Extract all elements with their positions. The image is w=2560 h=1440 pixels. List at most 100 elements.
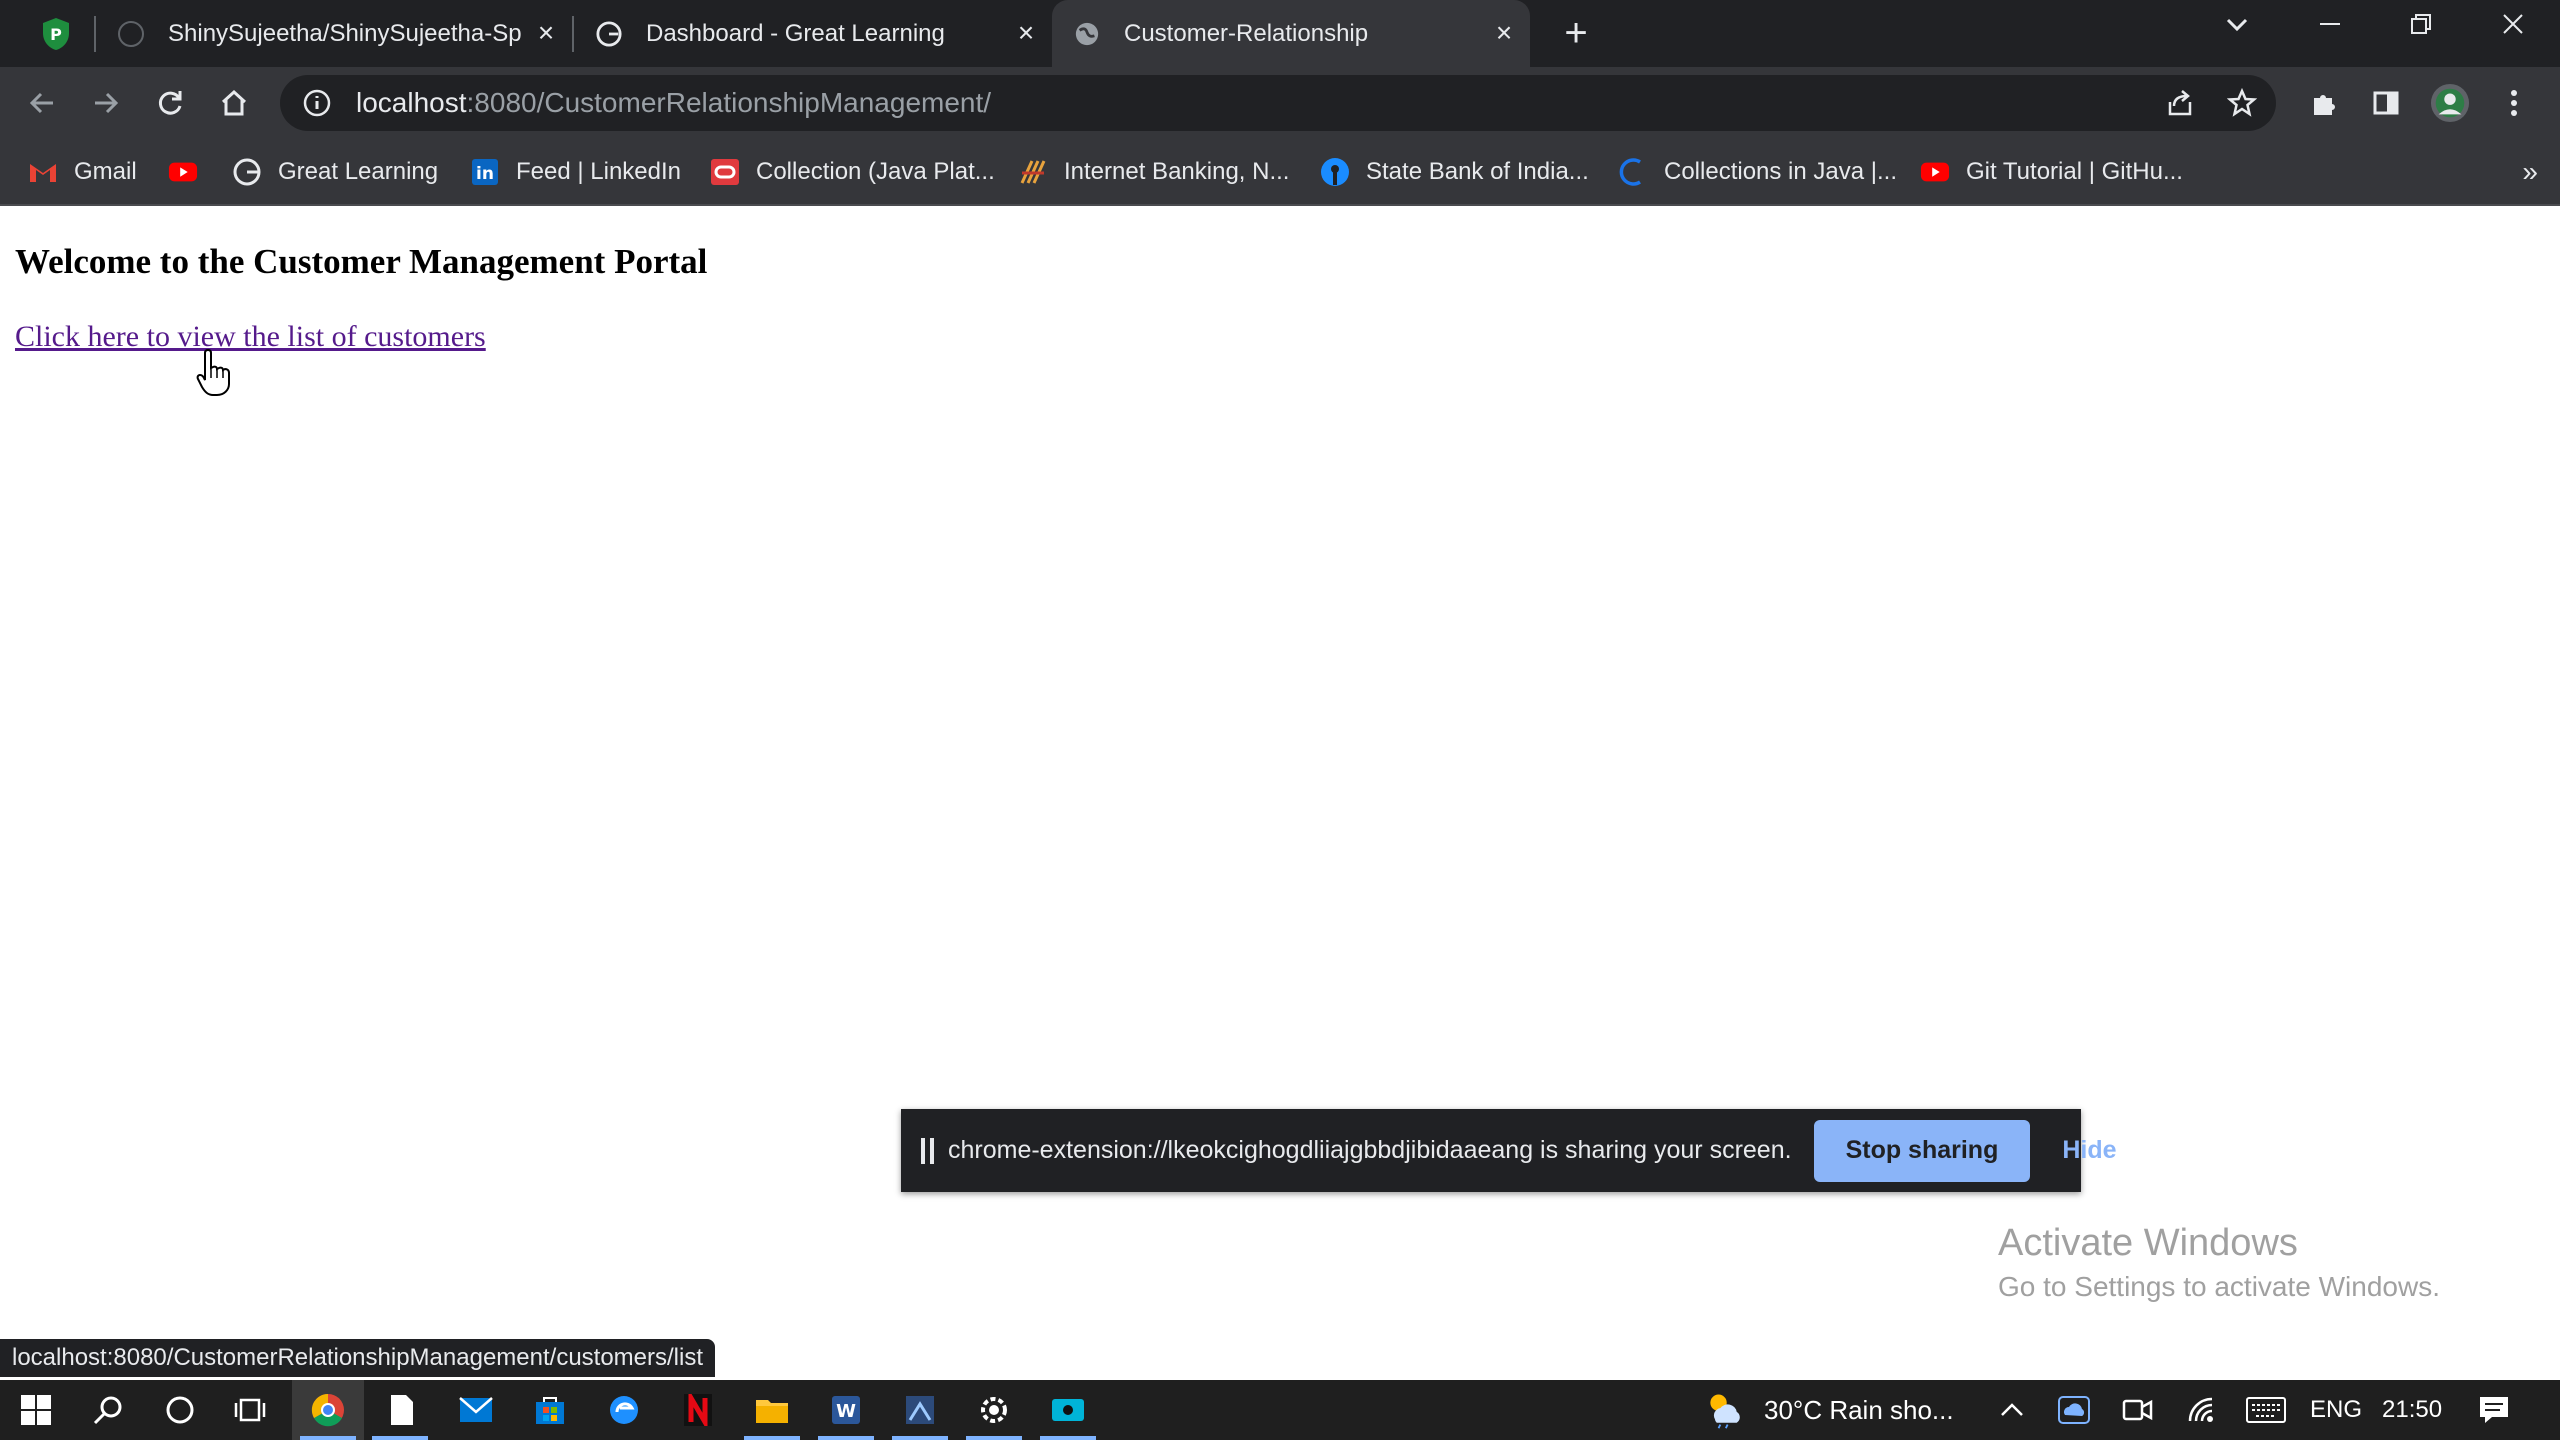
home-button[interactable] <box>214 83 254 123</box>
windows-taskbar: W 30°C Rain sho... ENG 21:50 <box>0 1380 2560 1440</box>
stop-sharing-button[interactable]: Stop sharing <box>1813 1119 2031 1182</box>
minimize-icon[interactable] <box>2305 10 2355 50</box>
clock-time[interactable]: 21:50 <box>2382 1380 2442 1440</box>
gmail-icon <box>28 157 58 187</box>
edge-icon[interactable] <box>604 1390 644 1430</box>
bookmark-internet-banking[interactable]: Internet Banking, N... <box>1018 140 1289 204</box>
bookmark-label: Git Tutorial | GitHu... <box>1966 158 2183 185</box>
view-customers-link[interactable]: Click here to view the list of customers <box>15 320 486 354</box>
bookmark-label: Collection (Java Plat... <box>756 158 995 185</box>
task-running-indicator <box>966 1436 1022 1440</box>
profile-shield-icon[interactable]: P <box>36 14 76 54</box>
share-message: chrome-extension://lkeokcighogdliiajgbbd… <box>948 1136 1792 1164</box>
tab-customer-relationship[interactable]: Customer-Relationship × <box>1052 0 1530 67</box>
watermark-title: Activate Windows <box>1998 1222 2298 1264</box>
tab-title: ShinySujeetha/ShinySujeetha-Spr <box>168 19 522 47</box>
linkedin-icon: in <box>470 157 500 187</box>
great-learning-icon <box>232 157 262 187</box>
bookmark-collections-java[interactable]: Collections in Java |... <box>1618 140 1897 204</box>
bank-icon <box>1018 157 1048 187</box>
cortana-icon[interactable] <box>160 1390 200 1430</box>
sbi-icon <box>1320 157 1350 187</box>
profile-avatar[interactable] <box>2430 83 2470 123</box>
bookmark-sbi[interactable]: State Bank of India... <box>1320 140 1589 204</box>
pause-icon <box>921 1137 934 1164</box>
youtube-icon <box>1920 157 1950 187</box>
onedrive-icon[interactable] <box>2054 1390 2094 1430</box>
oracle-icon <box>710 157 740 187</box>
close-icon[interactable]: × <box>532 19 560 47</box>
tab-title: Customer-Relationship <box>1124 19 1369 47</box>
globe-icon <box>1074 21 1100 47</box>
github-icon <box>118 20 144 47</box>
more-menu-icon[interactable] <box>2494 83 2534 123</box>
meet-now-icon[interactable] <box>2118 1390 2158 1430</box>
search-icon[interactable] <box>88 1390 128 1430</box>
file-explorer-icon[interactable] <box>752 1390 792 1430</box>
screen-recorder-icon[interactable] <box>1048 1390 1088 1430</box>
bookmark-linkedin[interactable]: in Feed | LinkedIn <box>470 140 681 204</box>
tab-title: Dashboard - Great Learning <box>646 19 945 47</box>
watermark-subtitle: Go to Settings to activate Windows. <box>1998 1271 2440 1302</box>
side-panel-icon[interactable] <box>2366 83 2406 123</box>
bookmarks-bar: Gmail Great Learning in Feed | LinkedIn … <box>0 140 2560 206</box>
youtube-icon <box>168 157 198 187</box>
eclipse-ide-icon[interactable] <box>900 1390 940 1430</box>
keyboard-icon[interactable] <box>2246 1390 2286 1430</box>
svg-text:P: P <box>50 25 62 44</box>
notifications-icon[interactable] <box>2474 1390 2514 1430</box>
settings-gear-icon[interactable] <box>974 1390 1014 1430</box>
hide-button[interactable]: Hide <box>2062 1136 2116 1165</box>
reload-button[interactable] <box>150 83 190 123</box>
weather-text[interactable]: 30°C Rain sho... <box>1764 1380 1954 1440</box>
mail-icon[interactable] <box>456 1390 496 1430</box>
svg-text:in: in <box>476 164 494 184</box>
page-title: Welcome to the Customer Management Porta… <box>15 242 708 281</box>
bookmark-java-collection[interactable]: Collection (Java Plat... <box>710 140 995 204</box>
bookmark-great-learning[interactable]: Great Learning <box>232 140 438 204</box>
chevron-up-icon[interactable] <box>1992 1390 2032 1430</box>
tab-strip: P ShinySujeetha/ShinySujeetha-Spr × Dash… <box>0 0 2560 67</box>
svg-text:W: W <box>836 1401 856 1422</box>
task-running-indicator <box>300 1436 356 1440</box>
bookmark-gmail[interactable]: Gmail <box>28 140 137 204</box>
forward-button[interactable] <box>86 83 126 123</box>
address-bar[interactable]: localhost:8080/CustomerRelationshipManag… <box>280 75 2276 131</box>
site-info-icon[interactable] <box>300 86 334 120</box>
task-view-icon[interactable] <box>230 1390 270 1430</box>
extensions-puzzle-icon[interactable] <box>2304 83 2344 123</box>
file-icon[interactable] <box>382 1390 422 1430</box>
close-icon[interactable]: × <box>1490 19 1518 47</box>
weather-icon[interactable] <box>1704 1390 1744 1430</box>
chrome-icon[interactable] <box>308 1390 348 1430</box>
hand-cursor-icon <box>196 348 232 398</box>
great-learning-icon <box>596 20 622 47</box>
bookmark-label: Gmail <box>74 158 137 185</box>
bookmark-star-icon[interactable] <box>2222 83 2262 123</box>
task-running-indicator <box>744 1436 800 1440</box>
share-icon[interactable] <box>2160 83 2200 123</box>
wifi-icon[interactable] <box>2182 1390 2222 1430</box>
status-bar-url: localhost:8080/CustomerRelationshipManag… <box>0 1339 716 1377</box>
new-tab-button[interactable]: + <box>1556 13 1596 54</box>
tab-great-learning[interactable]: Dashboard - Great Learning × <box>574 0 1052 67</box>
tab-github[interactable]: ShinySujeetha/ShinySujeetha-Spr × <box>96 0 572 67</box>
tab-search-icon[interactable] <box>2212 12 2262 52</box>
restore-icon[interactable] <box>2396 10 2446 50</box>
netflix-icon[interactable] <box>678 1390 718 1430</box>
close-icon[interactable]: × <box>1012 19 1040 47</box>
back-button[interactable] <box>22 83 62 123</box>
close-window-icon[interactable] <box>2488 10 2538 50</box>
more-bookmarks-icon[interactable]: » <box>2522 156 2538 188</box>
browser-toolbar: localhost:8080/CustomerRelationshipManag… <box>0 67 2560 140</box>
bookmark-youtube[interactable] <box>168 140 214 204</box>
url-host: localhost <box>356 87 467 118</box>
activate-windows-watermark: Activate Windows Go to Settings to activ… <box>1998 1222 2440 1303</box>
store-icon[interactable] <box>530 1390 570 1430</box>
windows-start-icon[interactable] <box>16 1390 56 1430</box>
bookmark-git-tutorial[interactable]: Git Tutorial | GitHu... <box>1920 140 2183 204</box>
language-indicator[interactable]: ENG <box>2310 1380 2362 1440</box>
loading-icon <box>1618 157 1648 187</box>
bookmark-label: Feed | LinkedIn <box>516 158 682 185</box>
word-icon[interactable]: W <box>826 1390 866 1430</box>
